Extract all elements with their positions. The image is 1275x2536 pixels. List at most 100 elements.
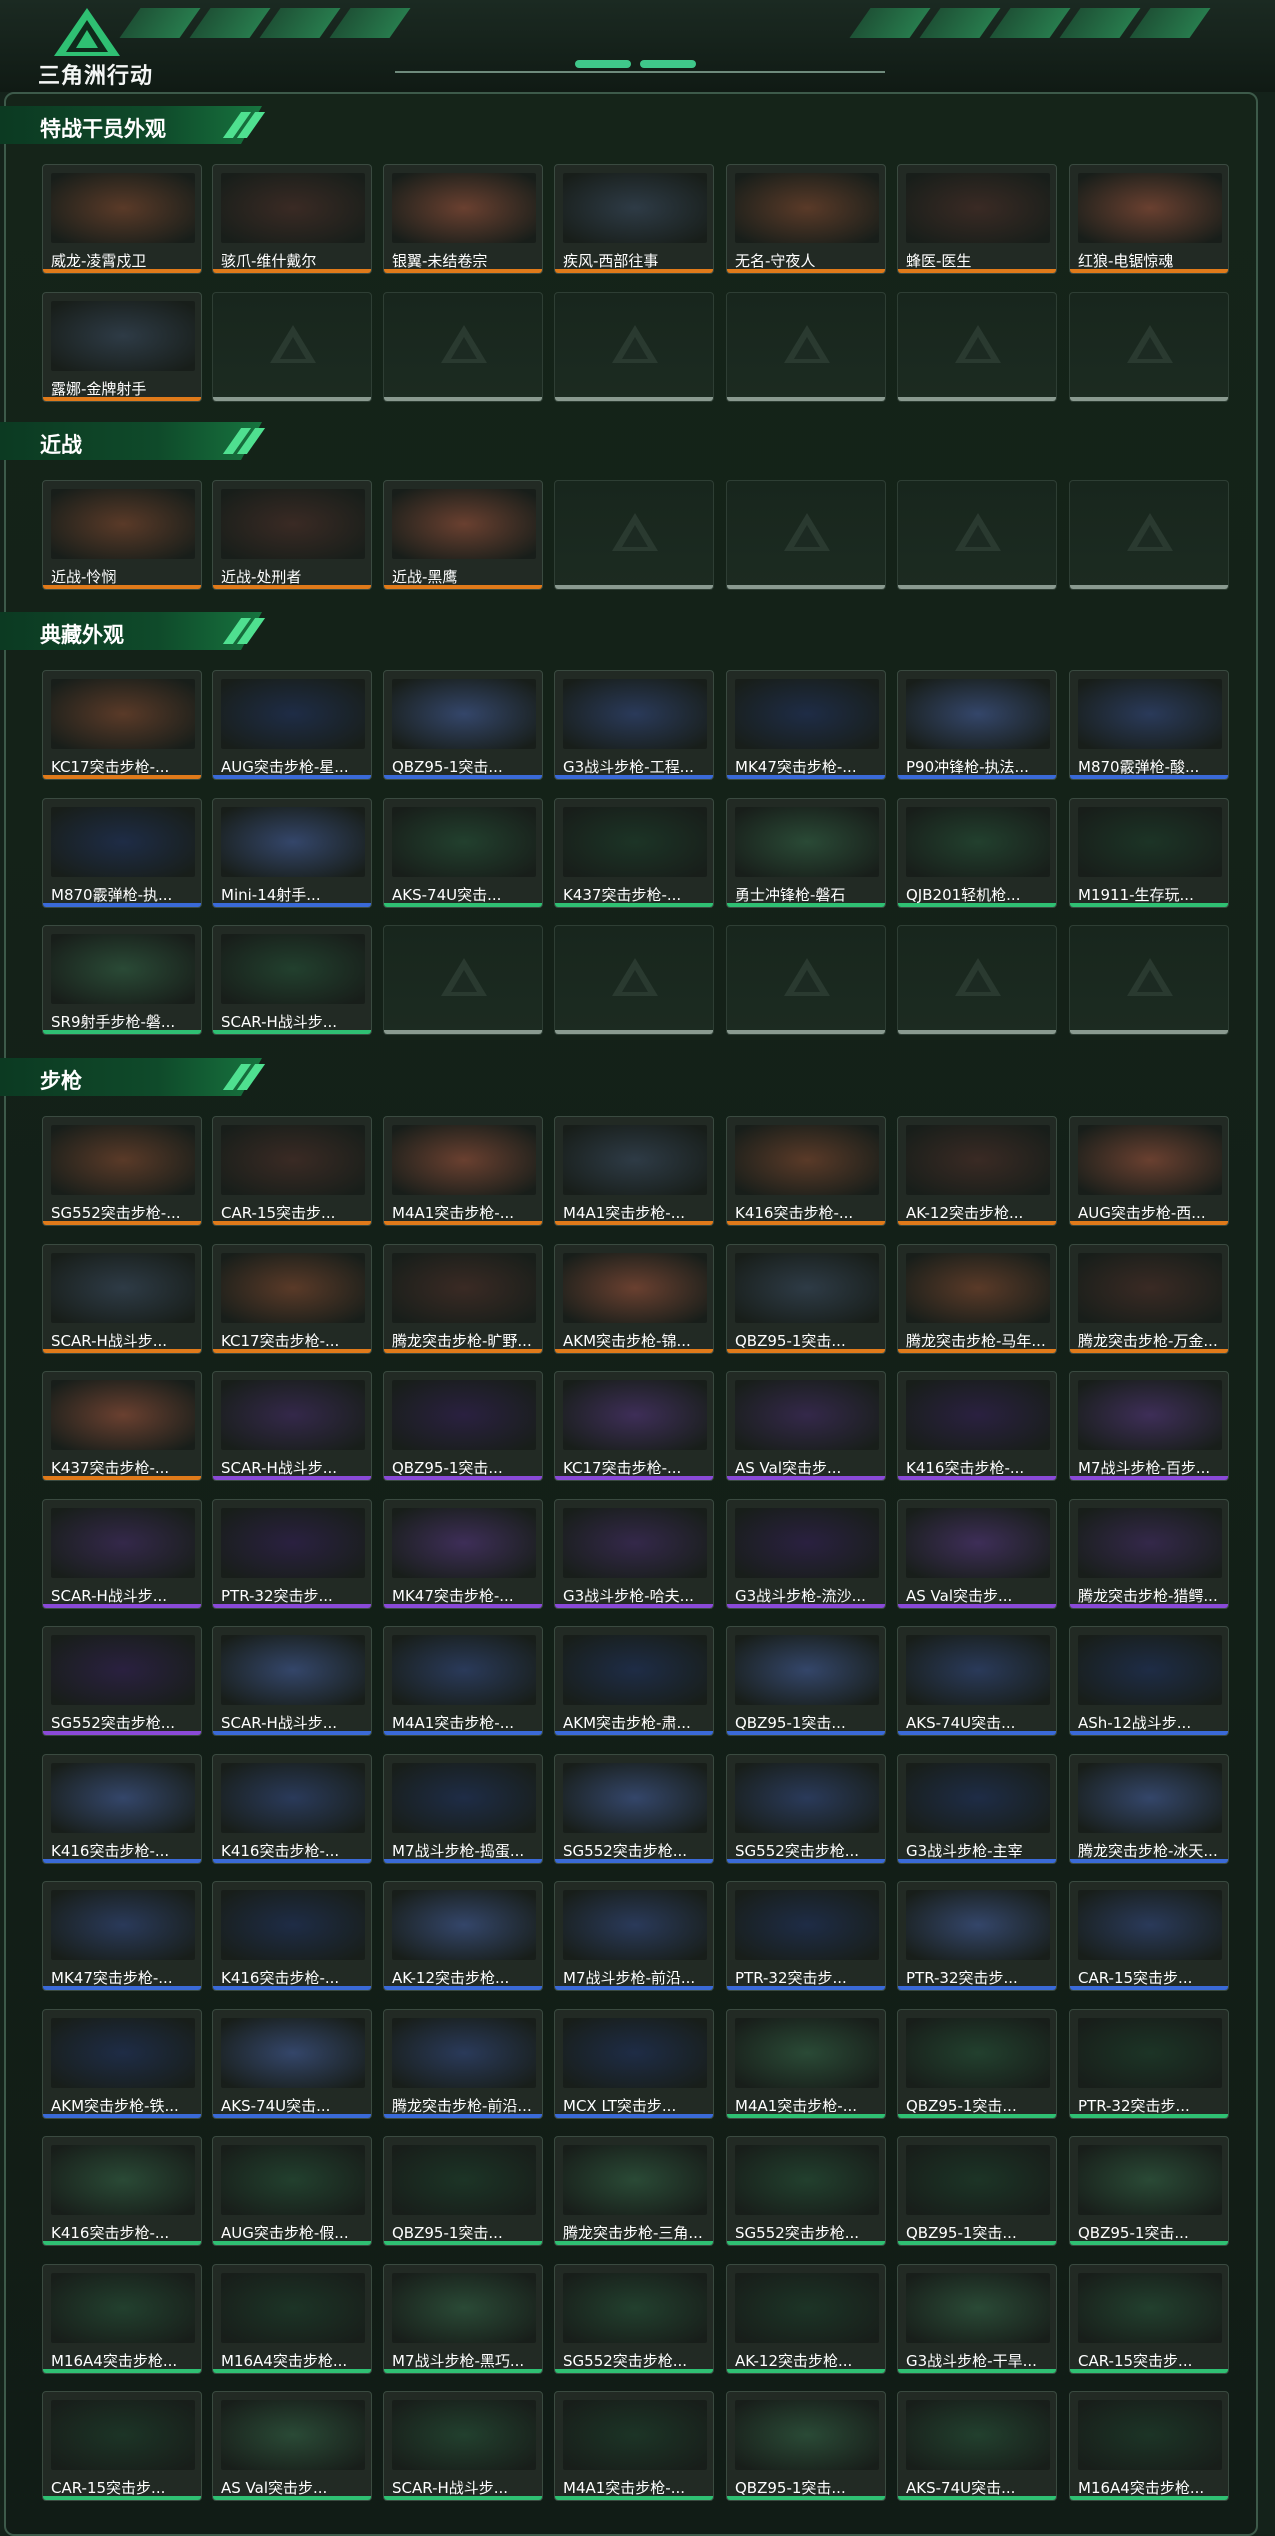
item-card[interactable]: 蜂医-医生	[897, 164, 1057, 274]
item-card[interactable]: K416突击步枪-...	[212, 1881, 372, 1991]
item-card[interactable]: QBZ95-1突击...	[726, 2391, 886, 2501]
item-card[interactable]: AK-12突击步枪...	[726, 2264, 886, 2374]
item-card[interactable]: AUG突击步枪-星...	[212, 670, 372, 780]
item-card[interactable]: AK-12突击步枪...	[897, 1116, 1057, 1226]
item-card[interactable]: K416突击步枪-...	[42, 1754, 202, 1864]
item-card[interactable]: QBZ95-1突击...	[1069, 2136, 1229, 2246]
item-card[interactable]: G3战斗步枪-流沙...	[726, 1499, 886, 1609]
item-card[interactable]: M870霰弹枪-执...	[42, 798, 202, 908]
item-card[interactable]: 腾龙突击步枪-旷野...	[383, 1244, 543, 1354]
item-card[interactable]: ASh-12战斗步...	[1069, 1626, 1229, 1736]
item-card[interactable]: PTR-32突击步...	[212, 1499, 372, 1609]
item-card[interactable]: AKS-74U突击...	[897, 1626, 1057, 1736]
item-card[interactable]: KC17突击步枪-...	[554, 1371, 714, 1481]
item-card[interactable]: M4A1突击步枪-...	[554, 1116, 714, 1226]
item-card[interactable]: 疾风-西部往事	[554, 164, 714, 274]
item-card[interactable]: M16A4突击步枪...	[212, 2264, 372, 2374]
item-card[interactable]: KC17突击步枪-...	[42, 670, 202, 780]
item-card[interactable]: M4A1突击步枪-...	[726, 2009, 886, 2119]
item-card[interactable]: M16A4突击步枪...	[1069, 2391, 1229, 2501]
item-card[interactable]: PTR-32突击步...	[1069, 2009, 1229, 2119]
item-card[interactable]: CAR-15突击步...	[42, 2391, 202, 2501]
item-card[interactable]: QBZ95-1突击...	[383, 670, 543, 780]
item-card[interactable]: AS Val突击步...	[726, 1371, 886, 1481]
item-card[interactable]: 腾龙突击步枪-冰天...	[1069, 1754, 1229, 1864]
item-card[interactable]: M7战斗步枪-黑巧...	[383, 2264, 543, 2374]
item-card[interactable]: AUG突击步枪-假...	[212, 2136, 372, 2246]
item-card[interactable]: 露娜-金牌射手	[42, 292, 202, 402]
item-card[interactable]: 腾龙突击步枪-前沿...	[383, 2009, 543, 2119]
item-card[interactable]: K437突击步枪-...	[554, 798, 714, 908]
item-card[interactable]: CAR-15突击步...	[1069, 1881, 1229, 1991]
item-card[interactable]: AK-12突击步枪...	[383, 1881, 543, 1991]
item-card[interactable]: QJB201轻机枪...	[897, 798, 1057, 908]
item-card[interactable]: 骇爪-维什戴尔	[212, 164, 372, 274]
item-card[interactable]: 无名-守夜人	[726, 164, 886, 274]
item-card[interactable]: SCAR-H战斗步...	[383, 2391, 543, 2501]
item-card[interactable]: SCAR-H战斗步...	[42, 1499, 202, 1609]
item-card[interactable]: PTR-32突击步...	[897, 1881, 1057, 1991]
item-card[interactable]: SG552突击步枪...	[726, 2136, 886, 2246]
item-card[interactable]: AKS-74U突击...	[897, 2391, 1057, 2501]
item-card[interactable]: 近战-怜悯	[42, 480, 202, 590]
item-card[interactable]: M4A1突击步枪-...	[383, 1116, 543, 1226]
item-card[interactable]: QBZ95-1突击...	[383, 2136, 543, 2246]
item-card[interactable]: G3战斗步枪-哈夫...	[554, 1499, 714, 1609]
item-card[interactable]: SR9射手步枪-磐...	[42, 925, 202, 1035]
item-card[interactable]: QBZ95-1突击...	[897, 2136, 1057, 2246]
item-card[interactable]: 近战-黑鹰	[383, 480, 543, 590]
item-card[interactable]: CAR-15突击步...	[1069, 2264, 1229, 2374]
item-card[interactable]: AKM突击步枪-铁...	[42, 2009, 202, 2119]
item-card[interactable]: 腾龙突击步枪-三角...	[554, 2136, 714, 2246]
item-card[interactable]: SCAR-H战斗步...	[212, 925, 372, 1035]
item-card[interactable]: KC17突击步枪-...	[212, 1244, 372, 1354]
item-card[interactable]: 腾龙突击步枪-万金...	[1069, 1244, 1229, 1354]
item-card[interactable]: M1911-生存玩...	[1069, 798, 1229, 908]
item-card[interactable]: G3战斗步枪-主宰	[897, 1754, 1057, 1864]
item-card[interactable]: 腾龙突击步枪-猎鳄...	[1069, 1499, 1229, 1609]
item-card[interactable]: K416突击步枪-...	[212, 1754, 372, 1864]
item-card[interactable]: SG552突击步枪...	[42, 1626, 202, 1736]
item-card[interactable]: MK47突击步枪-...	[42, 1881, 202, 1991]
item-card[interactable]: AS Val突击步...	[897, 1499, 1057, 1609]
item-card[interactable]: SG552突击步枪...	[554, 2264, 714, 2374]
item-card[interactable]: 红狼-电锯惊魂	[1069, 164, 1229, 274]
item-card[interactable]: Mini-14射手...	[212, 798, 372, 908]
item-card[interactable]: AUG突击步枪-西...	[1069, 1116, 1229, 1226]
item-card[interactable]: AKS-74U突击...	[212, 2009, 372, 2119]
item-card[interactable]: P90冲锋枪-执法...	[897, 670, 1057, 780]
item-card[interactable]: QBZ95-1突击...	[726, 1626, 886, 1736]
item-card[interactable]: M16A4突击步枪...	[42, 2264, 202, 2374]
item-card[interactable]: SCAR-H战斗步...	[212, 1371, 372, 1481]
item-card[interactable]: SG552突击步枪...	[726, 1754, 886, 1864]
item-card[interactable]: 威龙-凌霄戍卫	[42, 164, 202, 274]
item-card[interactable]: SG552突击步枪-...	[42, 1116, 202, 1226]
item-card[interactable]: 银翼-未结卷宗	[383, 164, 543, 274]
item-card[interactable]: M7战斗步枪-百步...	[1069, 1371, 1229, 1481]
item-card[interactable]: AS Val突击步...	[212, 2391, 372, 2501]
item-card[interactable]: MCX LT突击步...	[554, 2009, 714, 2119]
item-card[interactable]: MK47突击步枪-...	[383, 1499, 543, 1609]
item-card[interactable]: PTR-32突击步...	[726, 1881, 886, 1991]
item-card[interactable]: CAR-15突击步...	[212, 1116, 372, 1226]
item-card[interactable]: M870霰弹枪-酸...	[1069, 670, 1229, 780]
item-card[interactable]: SG552突击步枪...	[554, 1754, 714, 1864]
item-card[interactable]: K416突击步枪-...	[42, 2136, 202, 2246]
item-card[interactable]: G3战斗步枪-工程...	[554, 670, 714, 780]
item-card[interactable]: K416突击步枪-...	[726, 1116, 886, 1226]
item-card[interactable]: AKM突击步枪-肃...	[554, 1626, 714, 1736]
item-card[interactable]: G3战斗步枪-干旱...	[897, 2264, 1057, 2374]
item-card[interactable]: AKS-74U突击...	[383, 798, 543, 908]
item-card[interactable]: QBZ95-1突击...	[383, 1371, 543, 1481]
item-card[interactable]: SCAR-H战斗步...	[42, 1244, 202, 1354]
item-card[interactable]: QBZ95-1突击...	[897, 2009, 1057, 2119]
item-card[interactable]: SCAR-H战斗步...	[212, 1626, 372, 1736]
item-card[interactable]: K437突击步枪-...	[42, 1371, 202, 1481]
item-card[interactable]: 勇士冲锋枪-磐石	[726, 798, 886, 908]
item-card[interactable]: M7战斗步枪-捣蛋...	[383, 1754, 543, 1864]
item-card[interactable]: K416突击步枪-...	[897, 1371, 1057, 1481]
item-card[interactable]: M7战斗步枪-前沿...	[554, 1881, 714, 1991]
item-card[interactable]: M4A1突击步枪-...	[383, 1626, 543, 1736]
item-card[interactable]: QBZ95-1突击...	[726, 1244, 886, 1354]
item-card[interactable]: 腾龙突击步枪-马年...	[897, 1244, 1057, 1354]
